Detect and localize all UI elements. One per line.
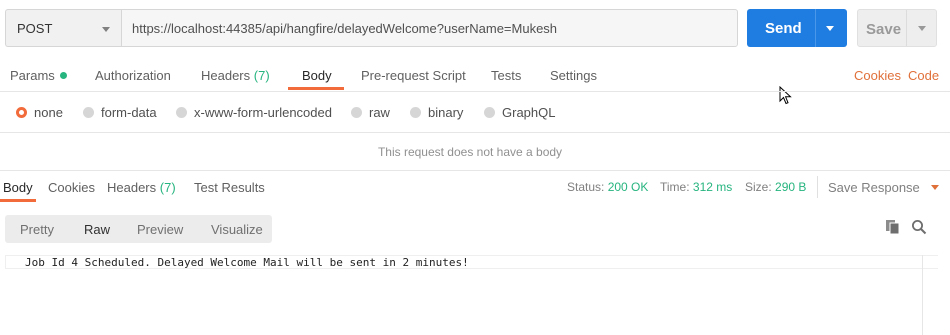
cookies-link[interactable]: Cookies <box>854 68 901 83</box>
response-tab-body[interactable]: Body <box>3 180 33 195</box>
url-value: https://localhost:44385/api/hangfire/del… <box>132 21 558 36</box>
response-headers-count: (7) <box>159 180 176 195</box>
response-status: Status: 200 OK <box>567 180 648 194</box>
response-active-tab-indicator <box>0 199 36 202</box>
save-label: Save <box>866 21 902 38</box>
code-link[interactable]: Code <box>908 68 939 83</box>
radio-icon <box>83 107 94 118</box>
save-response-label: Save Response <box>828 180 920 195</box>
mouse-cursor-icon <box>779 86 792 105</box>
chevron-down-icon <box>931 185 940 190</box>
format-preview[interactable]: Preview <box>137 222 183 237</box>
tab-pre-request-script[interactable]: Pre-request Script <box>361 68 466 83</box>
status-separator <box>817 176 818 198</box>
send-button[interactable]: Send <box>747 9 847 47</box>
method-value: POST <box>17 21 53 36</box>
radio-icon <box>176 107 187 118</box>
radio-label: form-data <box>101 105 157 120</box>
tab-label: Authorization <box>95 68 171 83</box>
method-select[interactable]: POST <box>5 9 121 47</box>
tab-label: Tests <box>491 68 522 83</box>
radio-graphql[interactable]: GraphQL <box>484 105 555 120</box>
radio-icon <box>410 107 421 118</box>
radio-label: GraphQL <box>502 105 556 120</box>
time-label: Time: <box>660 180 690 194</box>
radio-label: x-www-form-urlencoded <box>194 105 332 120</box>
radio-icon <box>484 107 495 118</box>
tabs-divider <box>0 91 950 92</box>
response-tab-cookies[interactable]: Cookies <box>48 180 95 195</box>
tab-label: Test Results <box>194 180 265 195</box>
radio-raw[interactable]: raw <box>351 105 390 120</box>
tab-authorization[interactable]: Authorization <box>95 68 171 83</box>
send-label: Send <box>765 20 802 37</box>
status-value: 200 OK <box>607 180 649 194</box>
tab-body[interactable]: Body <box>302 68 332 83</box>
search-icon[interactable] <box>911 219 927 235</box>
radio-icon <box>351 107 362 118</box>
tab-label: Body <box>3 180 33 195</box>
tab-params[interactable]: Params <box>10 68 67 83</box>
format-visualize[interactable]: Visualize <box>211 222 263 237</box>
size-value: 290 B <box>775 180 807 194</box>
radio-binary[interactable]: binary <box>410 105 463 120</box>
radio-divider <box>0 132 950 133</box>
format-raw[interactable]: Raw <box>84 222 110 237</box>
tab-label: Headers <box>107 180 157 195</box>
radio-form-data[interactable]: form-data <box>83 105 157 120</box>
chevron-down-icon <box>102 27 110 32</box>
size-label: Size: <box>745 180 772 194</box>
tab-label: Params <box>10 68 55 83</box>
time-value: 312 ms <box>692 180 733 194</box>
headers-count: (7) <box>253 68 270 83</box>
tab-settings[interactable]: Settings <box>550 68 597 83</box>
radio-selected-icon <box>16 107 27 118</box>
response-size: Size: 290 B <box>745 180 806 194</box>
response-tab-test-results[interactable]: Test Results <box>194 180 265 195</box>
save-button[interactable]: Save <box>857 9 937 47</box>
tab-tests[interactable]: Tests <box>491 68 521 83</box>
no-body-message: This request does not have a body <box>377 145 563 159</box>
tab-label: Headers <box>201 68 251 83</box>
tab-label: Settings <box>550 68 597 83</box>
radio-none[interactable]: none <box>16 105 63 120</box>
url-input[interactable]: https://localhost:44385/api/hangfire/del… <box>121 9 738 47</box>
tab-label: Body <box>302 68 332 83</box>
response-time: Time: 312 ms <box>660 180 732 194</box>
response-body-text: Job Id 4 Scheduled. Delayed Welcome Mail… <box>25 256 469 269</box>
tab-headers[interactable]: Headers (7) <box>201 68 270 83</box>
status-label: Status: <box>567 180 605 194</box>
save-options-chevron-icon[interactable] <box>918 26 926 31</box>
radio-label: none <box>34 105 63 120</box>
send-split-divider <box>815 9 816 47</box>
copy-icon[interactable] <box>885 219 901 235</box>
response-scrollbar[interactable] <box>922 255 923 335</box>
params-active-dot-icon <box>59 72 67 79</box>
radio-label: binary <box>428 105 464 120</box>
format-pretty[interactable]: Pretty <box>20 222 54 237</box>
radio-x-www-form-urlencoded[interactable]: x-www-form-urlencoded <box>176 105 332 120</box>
active-tab-indicator <box>288 87 344 90</box>
send-options-chevron-icon[interactable] <box>826 26 834 31</box>
response-divider <box>0 170 950 171</box>
tab-label: Cookies <box>48 180 95 195</box>
radio-label: raw <box>369 105 390 120</box>
tab-label: Pre-request Script <box>361 68 466 83</box>
save-split-divider <box>906 10 907 46</box>
save-response-button[interactable]: Save Response <box>828 180 940 195</box>
response-tab-headers[interactable]: Headers (7) <box>107 180 176 195</box>
